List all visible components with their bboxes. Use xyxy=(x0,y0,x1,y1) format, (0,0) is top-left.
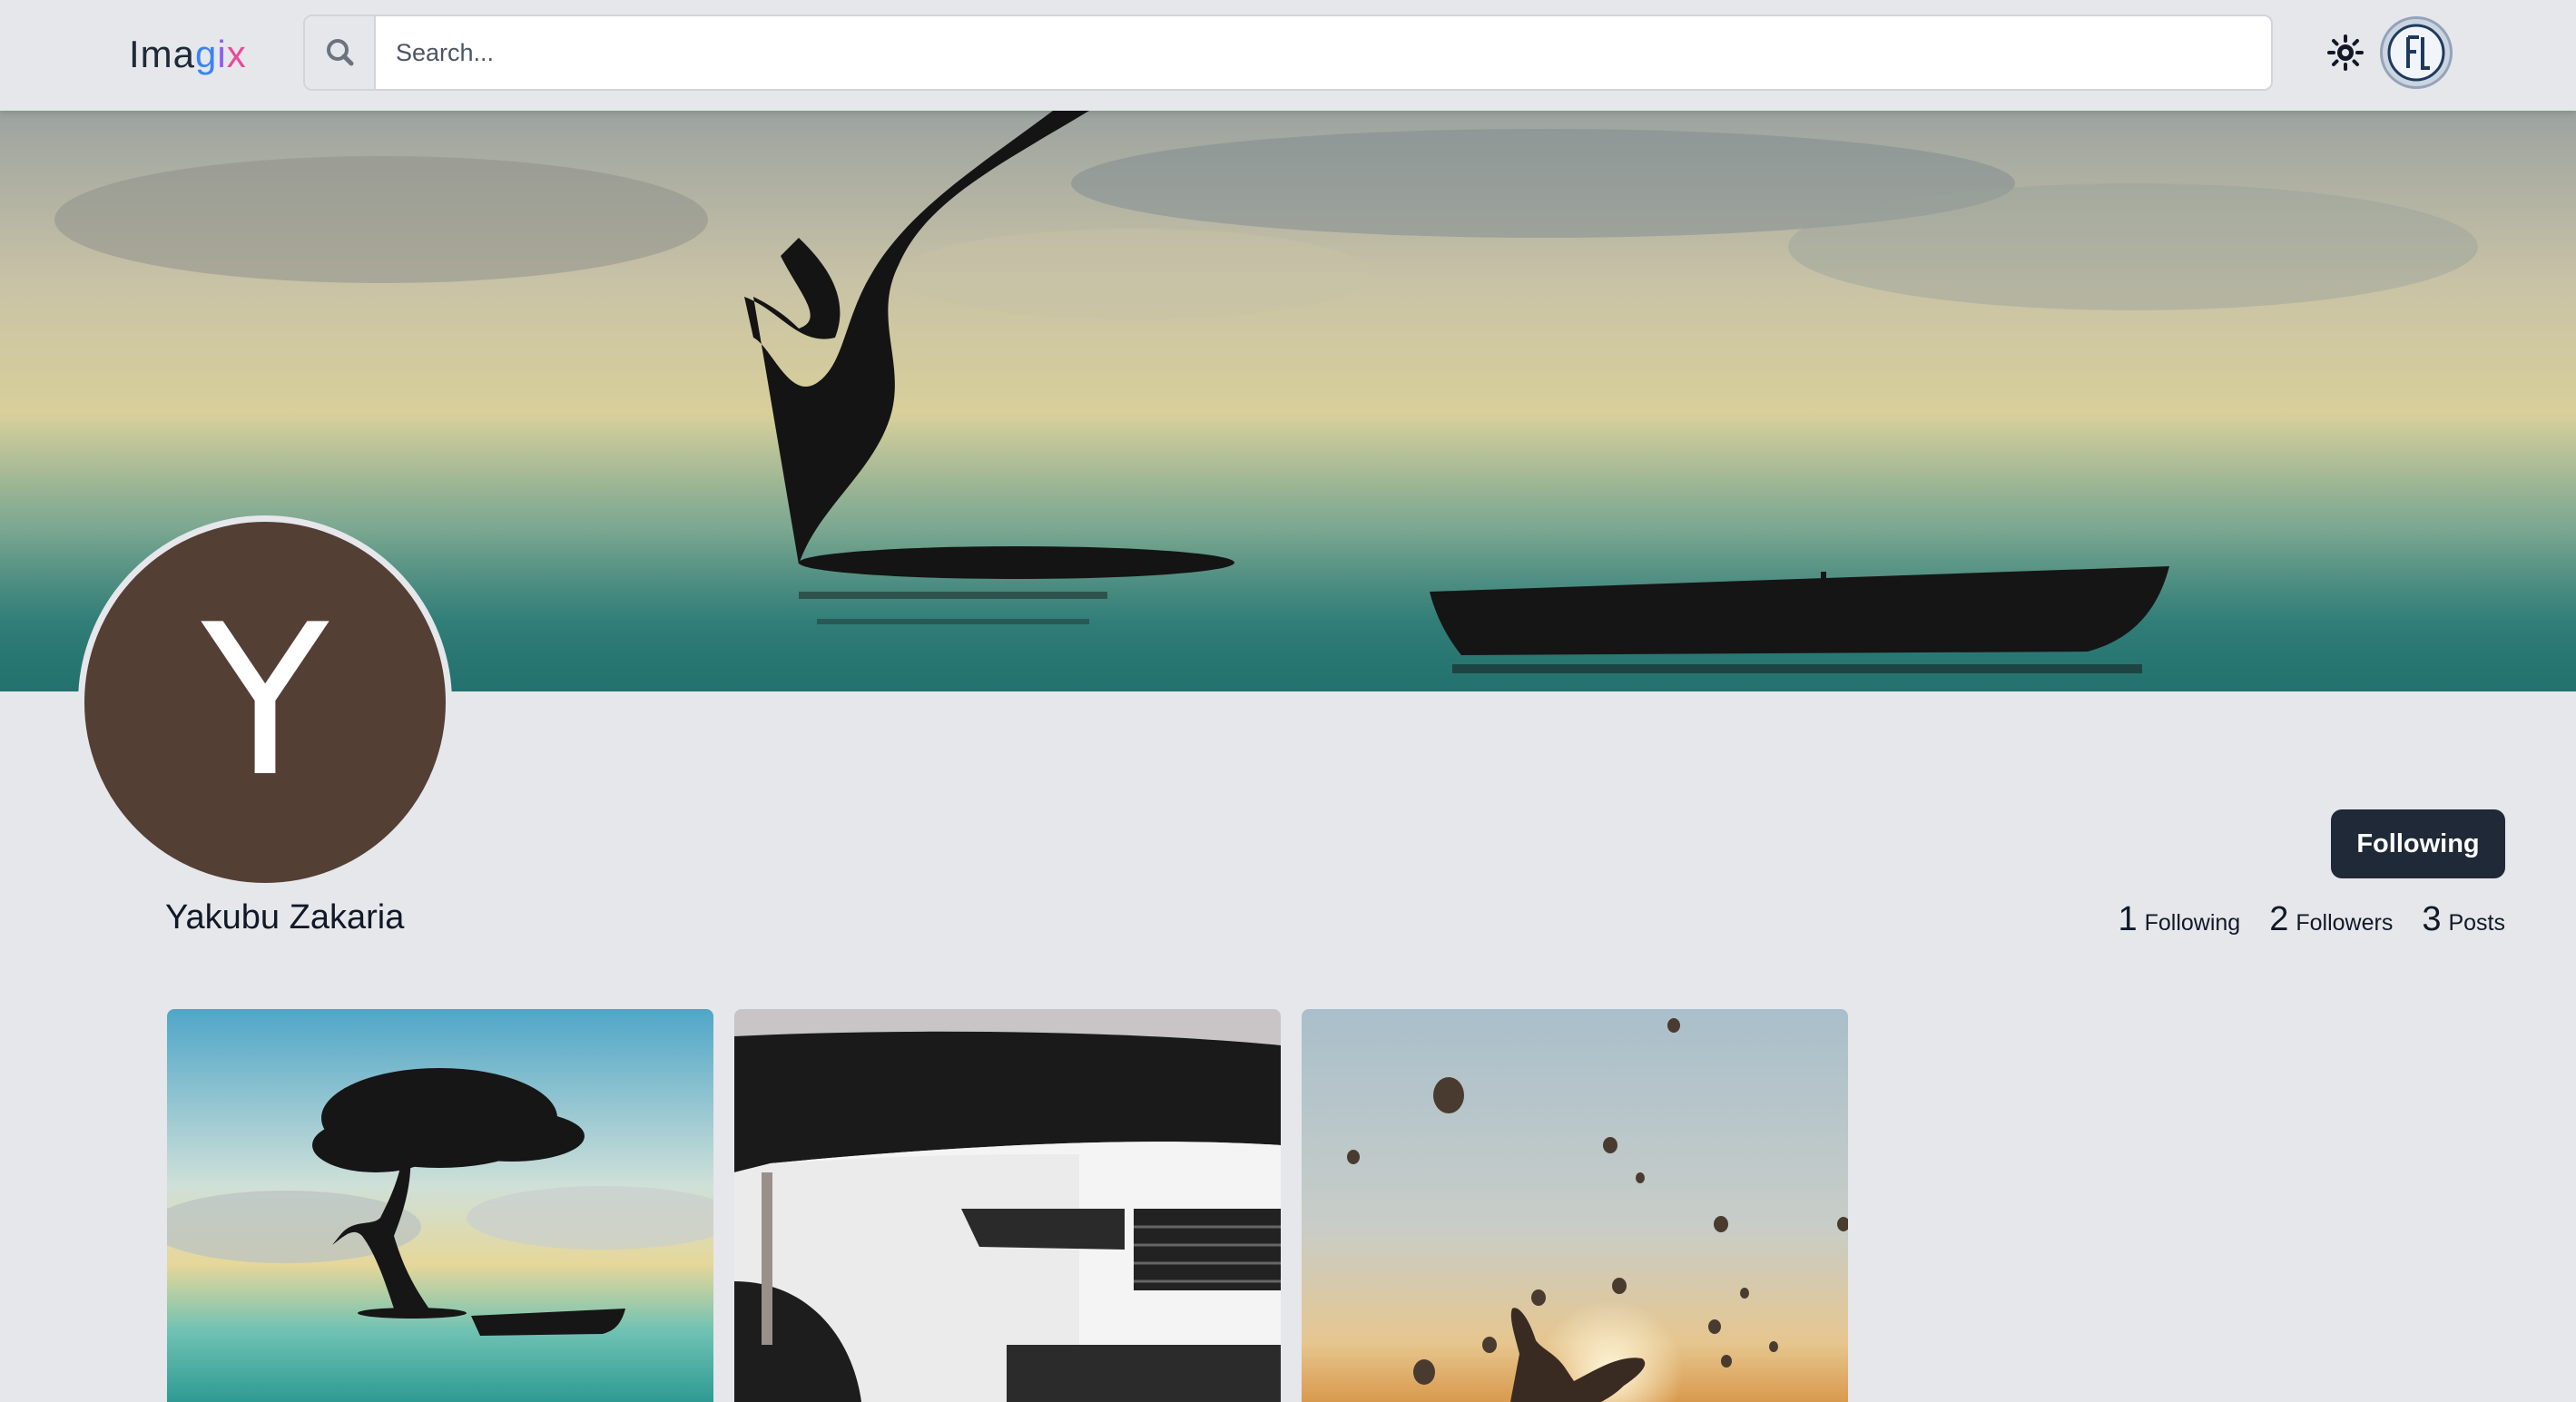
profile-name: Yakubu Zakaria xyxy=(165,898,405,936)
search-bar xyxy=(303,15,2273,91)
stat-posts-label: Posts xyxy=(2448,910,2505,936)
search-icon xyxy=(327,39,354,66)
post-image-tree xyxy=(167,1009,713,1402)
theme-toggle-button[interactable] xyxy=(2325,33,2365,73)
profile-avatar-initial: Y xyxy=(201,581,329,823)
stat-followers[interactable]: 2 Followers xyxy=(2269,900,2393,939)
post-thumbnail-tree[interactable] xyxy=(167,1009,713,1402)
user-avatar-logo-icon xyxy=(2387,24,2445,82)
post-thumbnail-balloons[interactable] xyxy=(1302,1009,1848,1402)
app-logo[interactable]: Imagix xyxy=(129,33,247,76)
stat-followers-label: Followers xyxy=(2296,910,2394,936)
profile-stats: 1 Following 2 Followers 3 Posts xyxy=(2118,900,2505,939)
logo-letter-x: x xyxy=(226,33,247,75)
stat-followers-count: 2 xyxy=(2269,900,2289,938)
stat-following[interactable]: 1 Following xyxy=(2118,900,2240,939)
top-navbar: Imagix xyxy=(0,0,2576,111)
stat-following-label: Following xyxy=(2144,910,2241,936)
post-thumbnail-car[interactable] xyxy=(734,1009,1281,1402)
profile-avatar: Y xyxy=(78,515,452,889)
post-image-car xyxy=(734,1009,1281,1402)
logo-letter-i: i xyxy=(217,33,227,75)
following-button[interactable]: Following xyxy=(2331,809,2505,878)
search-input[interactable] xyxy=(376,16,2271,89)
post-image-balloons xyxy=(1302,1009,1848,1402)
user-avatar[interactable] xyxy=(2380,16,2453,89)
logo-text-main: Ima xyxy=(129,33,196,75)
search-icon-box[interactable] xyxy=(305,16,376,89)
sun-icon xyxy=(2327,34,2364,71)
stat-posts[interactable]: 3 Posts xyxy=(2422,900,2505,939)
stat-posts-count: 3 xyxy=(2422,900,2442,938)
stat-following-count: 1 xyxy=(2118,900,2138,938)
logo-letter-g: g xyxy=(195,33,218,75)
